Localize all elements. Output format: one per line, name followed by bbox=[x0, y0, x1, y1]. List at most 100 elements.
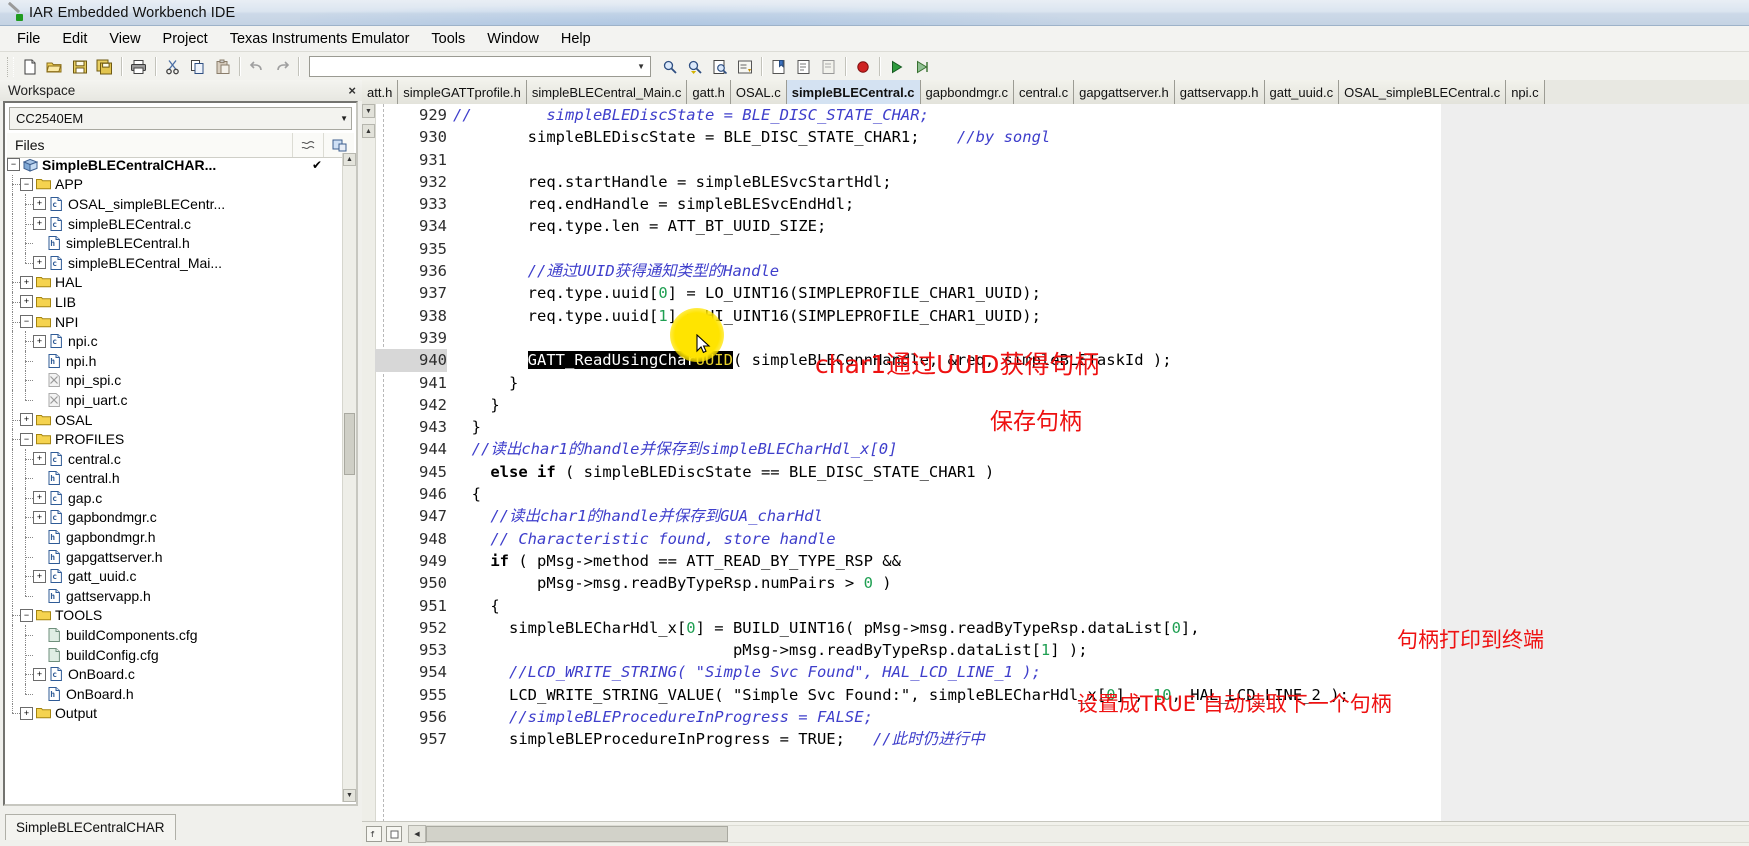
scroll-small-up-icon[interactable]: ▲ bbox=[362, 124, 375, 138]
expand-icon[interactable]: + bbox=[33, 667, 46, 681]
code-line[interactable]: 954 //LCD_WRITE_STRING( "Simple Svc Foun… bbox=[375, 661, 1749, 683]
collapse-icon[interactable]: − bbox=[7, 158, 20, 172]
find-in-files-icon[interactable] bbox=[707, 55, 732, 78]
expand-icon[interactable]: + bbox=[33, 491, 46, 505]
editor-tab-simplegattprofile-h[interactable]: simpleGATTprofile.h bbox=[398, 80, 527, 104]
chevron-down-icon[interactable]: ▼ bbox=[637, 62, 645, 71]
scroll-up-icon[interactable]: ▲ bbox=[343, 153, 356, 166]
collapse-icon[interactable]: − bbox=[20, 177, 33, 191]
editor-tab-gapgattserver-h[interactable]: gapgattserver.h bbox=[1074, 80, 1175, 104]
expand-icon[interactable]: + bbox=[33, 569, 46, 583]
tree-item[interactable]: + c simpleBLECentral_Mai... bbox=[7, 252, 341, 273]
collapse-icon[interactable]: − bbox=[20, 315, 33, 329]
code-line[interactable]: 955 LCD_WRITE_STRING_VALUE( "Simple Svc … bbox=[375, 684, 1749, 706]
tree-item[interactable]: − PROFILES bbox=[7, 429, 341, 449]
code-line[interactable]: 935 bbox=[375, 238, 1749, 260]
redo-icon[interactable] bbox=[269, 55, 294, 78]
editor-tab-gatt-uuid-c[interactable]: gatt_uuid.c bbox=[1264, 80, 1340, 104]
tree-item[interactable]: − NPI bbox=[7, 311, 341, 332]
workspace-scrollbar[interactable]: ▲ ▼ bbox=[342, 153, 356, 802]
editor-tab-gatt-h[interactable]: gatt.h bbox=[687, 80, 731, 104]
editor-tab-gapbondmgr-c[interactable]: gapbondmgr.c bbox=[920, 80, 1014, 104]
toolbar-grip[interactable] bbox=[7, 56, 14, 77]
code-line[interactable]: 948 // Characteristic found, store handl… bbox=[375, 528, 1749, 550]
tree-item[interactable]: h central.h bbox=[7, 468, 341, 489]
expand-icon[interactable]: + bbox=[33, 334, 46, 348]
scroll-up-icon[interactable]: ▼ bbox=[362, 104, 375, 118]
code-line[interactable]: 931 bbox=[375, 149, 1749, 171]
go-to-bookmark-icon[interactable] bbox=[766, 55, 791, 78]
editor-tab-gattservapp-h[interactable]: gattservapp.h bbox=[1174, 80, 1265, 104]
code-view[interactable]: ▼ ▲ 929 // simpleBLEDiscState = BLE_DISC_… bbox=[362, 104, 1749, 822]
editor-horizontal-scrollbar[interactable]: ◀ bbox=[408, 822, 1749, 846]
tree-item[interactable]: npi_spi.c bbox=[7, 370, 341, 391]
editor-tab-strip[interactable]: att.h simpleGATTprofile.h simpleBLECentral… bbox=[362, 80, 1749, 105]
code-line[interactable]: 930 simpleBLEDiscState = BLE_DISC_STATE_… bbox=[375, 126, 1749, 148]
next-bookmark-icon[interactable] bbox=[791, 55, 816, 78]
editor-tab-osal-c[interactable]: OSAL.c bbox=[730, 80, 787, 104]
find-previous-icon[interactable] bbox=[682, 55, 707, 78]
tree-item[interactable]: h npi.h bbox=[7, 350, 341, 371]
tree-item[interactable]: − TOOLS bbox=[7, 605, 341, 626]
code-line[interactable]: 946 { bbox=[375, 483, 1749, 505]
close-icon[interactable]: × bbox=[348, 84, 356, 97]
workspace-bottom-tab[interactable]: SimpleBLECentralCHAR bbox=[5, 814, 176, 840]
code-line[interactable]: 944 //读出char1的handle并保存到simpleBLECharHdl… bbox=[375, 438, 1749, 460]
tree-item[interactable]: + c gap.c bbox=[7, 488, 341, 508]
collapse-icon[interactable]: − bbox=[20, 432, 33, 446]
menu-item-file[interactable]: File bbox=[6, 29, 51, 49]
code-line[interactable]: 934 req.type.len = ATT_BT_UUID_SIZE; bbox=[375, 215, 1749, 237]
tree-item[interactable]: buildConfig.cfg bbox=[7, 644, 341, 665]
open-folder-icon[interactable] bbox=[42, 55, 67, 78]
hscroll-track[interactable] bbox=[426, 825, 1749, 843]
collapse-icon[interactable]: − bbox=[20, 608, 33, 622]
expand-icon[interactable]: + bbox=[33, 217, 46, 231]
project-file-tree[interactable]: − SimpleBLECentralCHAR... ✔ − APP + c OSAL_simp… bbox=[7, 155, 341, 802]
menu-item-help[interactable]: Help bbox=[550, 29, 602, 49]
tree-item[interactable]: + c OSAL_simpleBLECentr... bbox=[7, 194, 341, 214]
tree-item[interactable]: h gattservapp.h bbox=[7, 586, 341, 606]
menu-item-tools[interactable]: Tools bbox=[420, 29, 476, 49]
code-line[interactable]: 949 if ( pMsg->method == ATT_READ_BY_TYP… bbox=[375, 550, 1749, 572]
find-next-icon[interactable] bbox=[657, 55, 682, 78]
code-line[interactable]: 929 // simpleBLEDiscState = BLE_DISC_STAT… bbox=[375, 104, 1749, 126]
quick-search-combo[interactable]: ▼ bbox=[309, 56, 651, 77]
print-icon[interactable] bbox=[126, 55, 151, 78]
code-line[interactable]: 956 //simpleBLEProcedureInProgress = FAL… bbox=[375, 706, 1749, 728]
expand-icon[interactable]: + bbox=[33, 256, 46, 270]
go-to-definition-icon[interactable]: f bbox=[366, 826, 382, 842]
previous-bookmark-icon[interactable] bbox=[816, 55, 841, 78]
tree-item[interactable]: + c OnBoard.c bbox=[7, 664, 341, 684]
menu-item-window[interactable]: Window bbox=[476, 29, 550, 49]
tree-item[interactable]: h gapgattserver.h bbox=[7, 546, 341, 567]
build-status-icon[interactable] bbox=[292, 133, 323, 157]
tree-item[interactable]: h simpleBLECentral.h bbox=[7, 233, 341, 253]
code-line[interactable]: 937 req.type.uuid[0] = LO_UINT16(SIMPLEP… bbox=[375, 282, 1749, 304]
editor-tab-simpleblecentral-main-c[interactable]: simpleBLECentral_Main.c bbox=[526, 80, 688, 104]
tree-item[interactable]: + c gatt_uuid.c bbox=[7, 566, 341, 586]
tree-item[interactable]: + LIB bbox=[7, 292, 341, 312]
code-line[interactable]: 951 { bbox=[375, 595, 1749, 617]
editor-tab-osal-simpleblecentral-c[interactable]: OSAL_simpleBLECentral.c bbox=[1339, 80, 1507, 104]
tree-item[interactable]: npi_uart.c bbox=[7, 390, 341, 410]
tree-item[interactable]: + Output bbox=[7, 703, 341, 724]
paste-icon[interactable] bbox=[210, 55, 235, 78]
menu-item-texas-instruments-emulator[interactable]: Texas Instruments Emulator bbox=[219, 29, 421, 49]
bookmark-icon[interactable] bbox=[386, 826, 402, 842]
tree-item[interactable]: − APP bbox=[7, 174, 341, 195]
menu-item-view[interactable]: View bbox=[98, 29, 151, 49]
code-line[interactable]: 957 simpleBLEProcedureInProgress = TRUE;… bbox=[375, 728, 1749, 750]
scrollbar-thumb[interactable] bbox=[344, 412, 355, 475]
code-line[interactable]: 945 else if ( simpleBLEDiscState == BLE_… bbox=[375, 461, 1749, 483]
menu-bar[interactable]: File Edit View Project Texas Instruments… bbox=[0, 26, 1749, 52]
expand-icon[interactable]: + bbox=[33, 510, 46, 524]
editor-tab-simpleblecentral-c[interactable]: simpleBLECentral.c bbox=[786, 80, 921, 104]
debug-without-download-icon[interactable] bbox=[909, 55, 934, 78]
scroll-left-icon[interactable]: ◀ bbox=[408, 825, 426, 843]
tree-item[interactable]: buildComponents.cfg bbox=[7, 625, 341, 645]
undo-icon[interactable] bbox=[244, 55, 269, 78]
expand-icon[interactable]: + bbox=[20, 275, 33, 289]
tree-item[interactable]: − SimpleBLECentralCHAR... ✔ bbox=[7, 155, 341, 175]
menu-item-edit[interactable]: Edit bbox=[51, 29, 98, 49]
save-icon[interactable] bbox=[67, 55, 92, 78]
